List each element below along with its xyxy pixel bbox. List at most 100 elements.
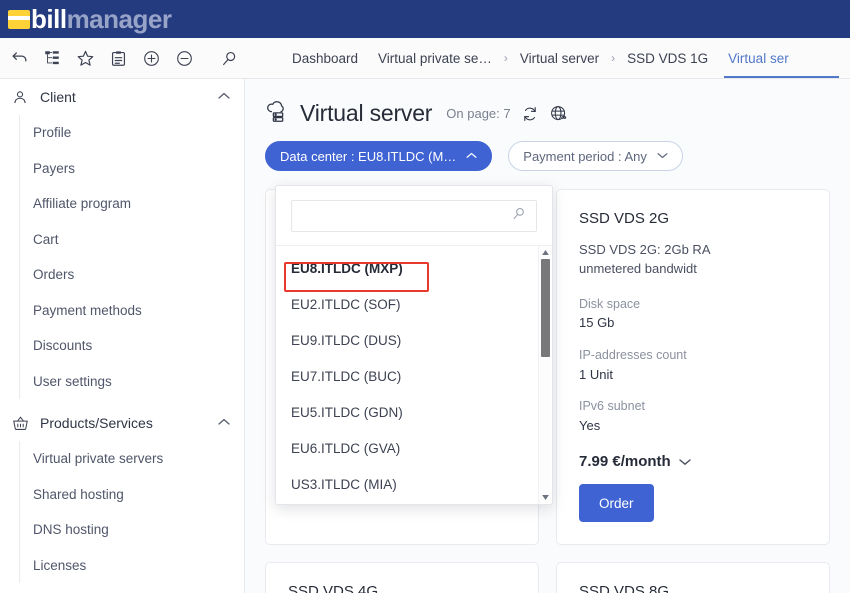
sidebar-item-label: Affiliate program — [33, 196, 131, 211]
card-spec-value: Yes — [579, 416, 807, 436]
dropdown-option-eu6-itldc-gva[interactable]: EU6.ITLDC (GVA) — [276, 430, 539, 466]
cloud-server-icon — [265, 101, 290, 126]
scroll-down-arrow-icon[interactable] — [539, 491, 552, 504]
logo-text-manager: manager — [67, 6, 172, 32]
card-ssd-vds-4g[interactable]: SSD VDS 4G — [265, 562, 539, 593]
card-spec: IPv6 subnet Yes — [579, 397, 807, 435]
breadcrumb-item-vps[interactable]: Virtual private se… — [368, 51, 502, 66]
top-toolbar: Dashboard Virtual private se… › Virtual … — [0, 38, 850, 79]
sidebar-group-label: Client — [40, 89, 218, 105]
sidebar-item-label: DNS hosting — [33, 522, 109, 537]
search-icon[interactable] — [511, 206, 527, 227]
card-ssd-vds-2g[interactable]: SSD VDS 2G SSD VDS 2G: 2Gb RA unmetered … — [556, 189, 830, 545]
search-icon[interactable] — [214, 43, 244, 73]
chevron-down-icon — [657, 150, 668, 162]
payment-period-filter[interactable]: Payment period : Any — [508, 141, 683, 171]
data-center-dropdown[interactable]: EU8.ITLDC (MXP) EU2.ITLDC (SOF) EU9.ITLD… — [275, 185, 553, 505]
dropdown-option-us3-itldc-mia[interactable]: US3.ITLDC (MIA) — [276, 466, 539, 502]
globe-icon[interactable] — [549, 104, 568, 123]
order-button[interactable]: Order — [579, 484, 654, 522]
page-header: Virtual server On page: 7 — [245, 79, 850, 127]
card-spec-value: 15 Gb — [579, 313, 807, 333]
breadcrumb-item-ssd-vds-1g[interactable]: SSD VDS 1G — [617, 51, 718, 66]
chevron-up-icon[interactable] — [218, 91, 230, 103]
page-title: Virtual server — [300, 100, 432, 127]
app-root: bill manager — [0, 0, 850, 593]
card-spec-value: 1 Unit — [579, 365, 807, 385]
dropdown-option-list: EU8.ITLDC (MXP) EU2.ITLDC (SOF) EU9.ITLD… — [276, 245, 552, 504]
breadcrumb-item-dashboard[interactable]: Dashboard — [282, 51, 368, 66]
sidebar-item-label: Orders — [33, 267, 74, 282]
sidebar-item-discounts[interactable]: Discounts — [0, 328, 244, 364]
card-ssd-vds-8g[interactable]: SSD VDS 8G — [556, 562, 830, 593]
breadcrumb-separator: › — [502, 51, 510, 65]
breadcrumb: Dashboard Virtual private se… › Virtual … — [245, 38, 850, 78]
plus-circle-icon[interactable] — [136, 43, 166, 73]
sidebar-group-client[interactable]: Client — [0, 79, 244, 115]
sidebar-item-label: Shared hosting — [33, 487, 124, 502]
sidebar-item-profile[interactable]: Profile — [0, 115, 244, 151]
basket-icon — [8, 414, 32, 433]
dropdown-search-input[interactable] — [292, 201, 536, 231]
scroll-up-arrow-icon[interactable] — [539, 246, 552, 259]
dropdown-option-eu8-itldc-mxp[interactable]: EU8.ITLDC (MXP) — [276, 250, 539, 286]
card-price-row: 7.99 €/month — [579, 453, 807, 470]
sidebar-item-payment-methods[interactable]: Payment methods — [0, 293, 244, 329]
sidebar: Client Profile Payers Affiliate program … — [0, 79, 245, 593]
card-spec-label: IP-addresses count — [579, 346, 807, 365]
dropdown-search[interactable] — [291, 200, 537, 232]
sidebar-item-label: Virtual private servers — [33, 451, 163, 466]
logo-text-bill: bill — [31, 6, 67, 32]
sidebar-item-payers[interactable]: Payers — [0, 151, 244, 187]
sidebar-item-orders[interactable]: Orders — [0, 257, 244, 293]
card-spec-label: IPv6 subnet — [579, 397, 807, 416]
chevron-up-icon[interactable] — [218, 417, 230, 429]
sidebar-item-cart[interactable]: Cart — [0, 222, 244, 258]
sitemap-icon[interactable] — [37, 43, 67, 73]
sidebar-item-shared-hosting[interactable]: Shared hosting — [0, 477, 244, 513]
toolbar-icon-group — [0, 38, 245, 78]
on-page-count: 7 — [503, 106, 510, 121]
app-logo[interactable]: bill manager — [0, 6, 171, 32]
on-page-label: On page: 7 — [446, 106, 510, 121]
card-title: SSD VDS 8G — [579, 583, 807, 593]
sidebar-item-label: Profile — [33, 125, 71, 140]
sidebar-item-label: Cart — [33, 232, 59, 247]
breadcrumb-item-virtual-server[interactable]: Virtual server — [510, 51, 609, 66]
minus-circle-icon[interactable] — [169, 43, 199, 73]
sidebar-item-virtual-private-servers[interactable]: Virtual private servers — [0, 441, 244, 477]
dropdown-scrollbar[interactable] — [538, 246, 551, 504]
on-page-text: On page: — [446, 106, 500, 121]
dropdown-search-wrapper — [276, 186, 552, 245]
sidebar-group-label: Products/Services — [40, 415, 218, 431]
sidebar-item-user-settings[interactable]: User settings — [0, 364, 244, 400]
brand-bar: bill manager — [0, 0, 850, 38]
card-title: SSD VDS 2G — [579, 210, 807, 227]
sidebar-item-licenses[interactable]: Licenses — [0, 548, 244, 584]
sidebar-item-label: User settings — [33, 374, 112, 389]
sidebar-item-dns-hosting[interactable]: DNS hosting — [0, 512, 244, 548]
data-center-filter-label: Data center : EU8.ITLDC (M… — [280, 149, 456, 164]
dropdown-option-eu2-itldc-sof[interactable]: EU2.ITLDC (SOF) — [276, 286, 539, 322]
payment-period-filter-label: Payment period : Any — [523, 149, 647, 164]
breadcrumb-item-active-tab[interactable]: Virtual ser — [718, 38, 799, 78]
refresh-icon[interactable] — [521, 105, 539, 123]
dropdown-option-eu5-itldc-gdn[interactable]: EU5.ITLDC (GDN) — [276, 394, 539, 430]
clipboard-icon[interactable] — [103, 43, 133, 73]
data-center-filter[interactable]: Data center : EU8.ITLDC (M… — [265, 141, 492, 171]
back-arrow-icon[interactable] — [4, 43, 34, 73]
sidebar-sublist-products: Virtual private servers Shared hosting D… — [0, 441, 244, 583]
chevron-down-icon[interactable] — [679, 455, 691, 469]
dropdown-scrollbar-thumb[interactable] — [541, 259, 550, 357]
sidebar-item-label: Licenses — [33, 558, 86, 573]
dropdown-option-eu9-itldc-dus[interactable]: EU9.ITLDC (DUS) — [276, 322, 539, 358]
sidebar-group-products-services[interactable]: Products/Services — [0, 405, 244, 441]
sidebar-sublist-client: Profile Payers Affiliate program Cart Or… — [0, 115, 244, 399]
card-spec-label: Disk space — [579, 295, 807, 314]
sidebar-item-affiliate-program[interactable]: Affiliate program — [0, 186, 244, 222]
user-circle-icon — [8, 88, 32, 106]
star-icon[interactable] — [70, 43, 100, 73]
dropdown-option-eu7-itldc-buc[interactable]: EU7.ITLDC (BUC) — [276, 358, 539, 394]
card-description: SSD VDS 2G: 2Gb RA unmetered bandwidt — [579, 241, 807, 279]
card-spec: Disk space 15 Gb — [579, 295, 807, 333]
